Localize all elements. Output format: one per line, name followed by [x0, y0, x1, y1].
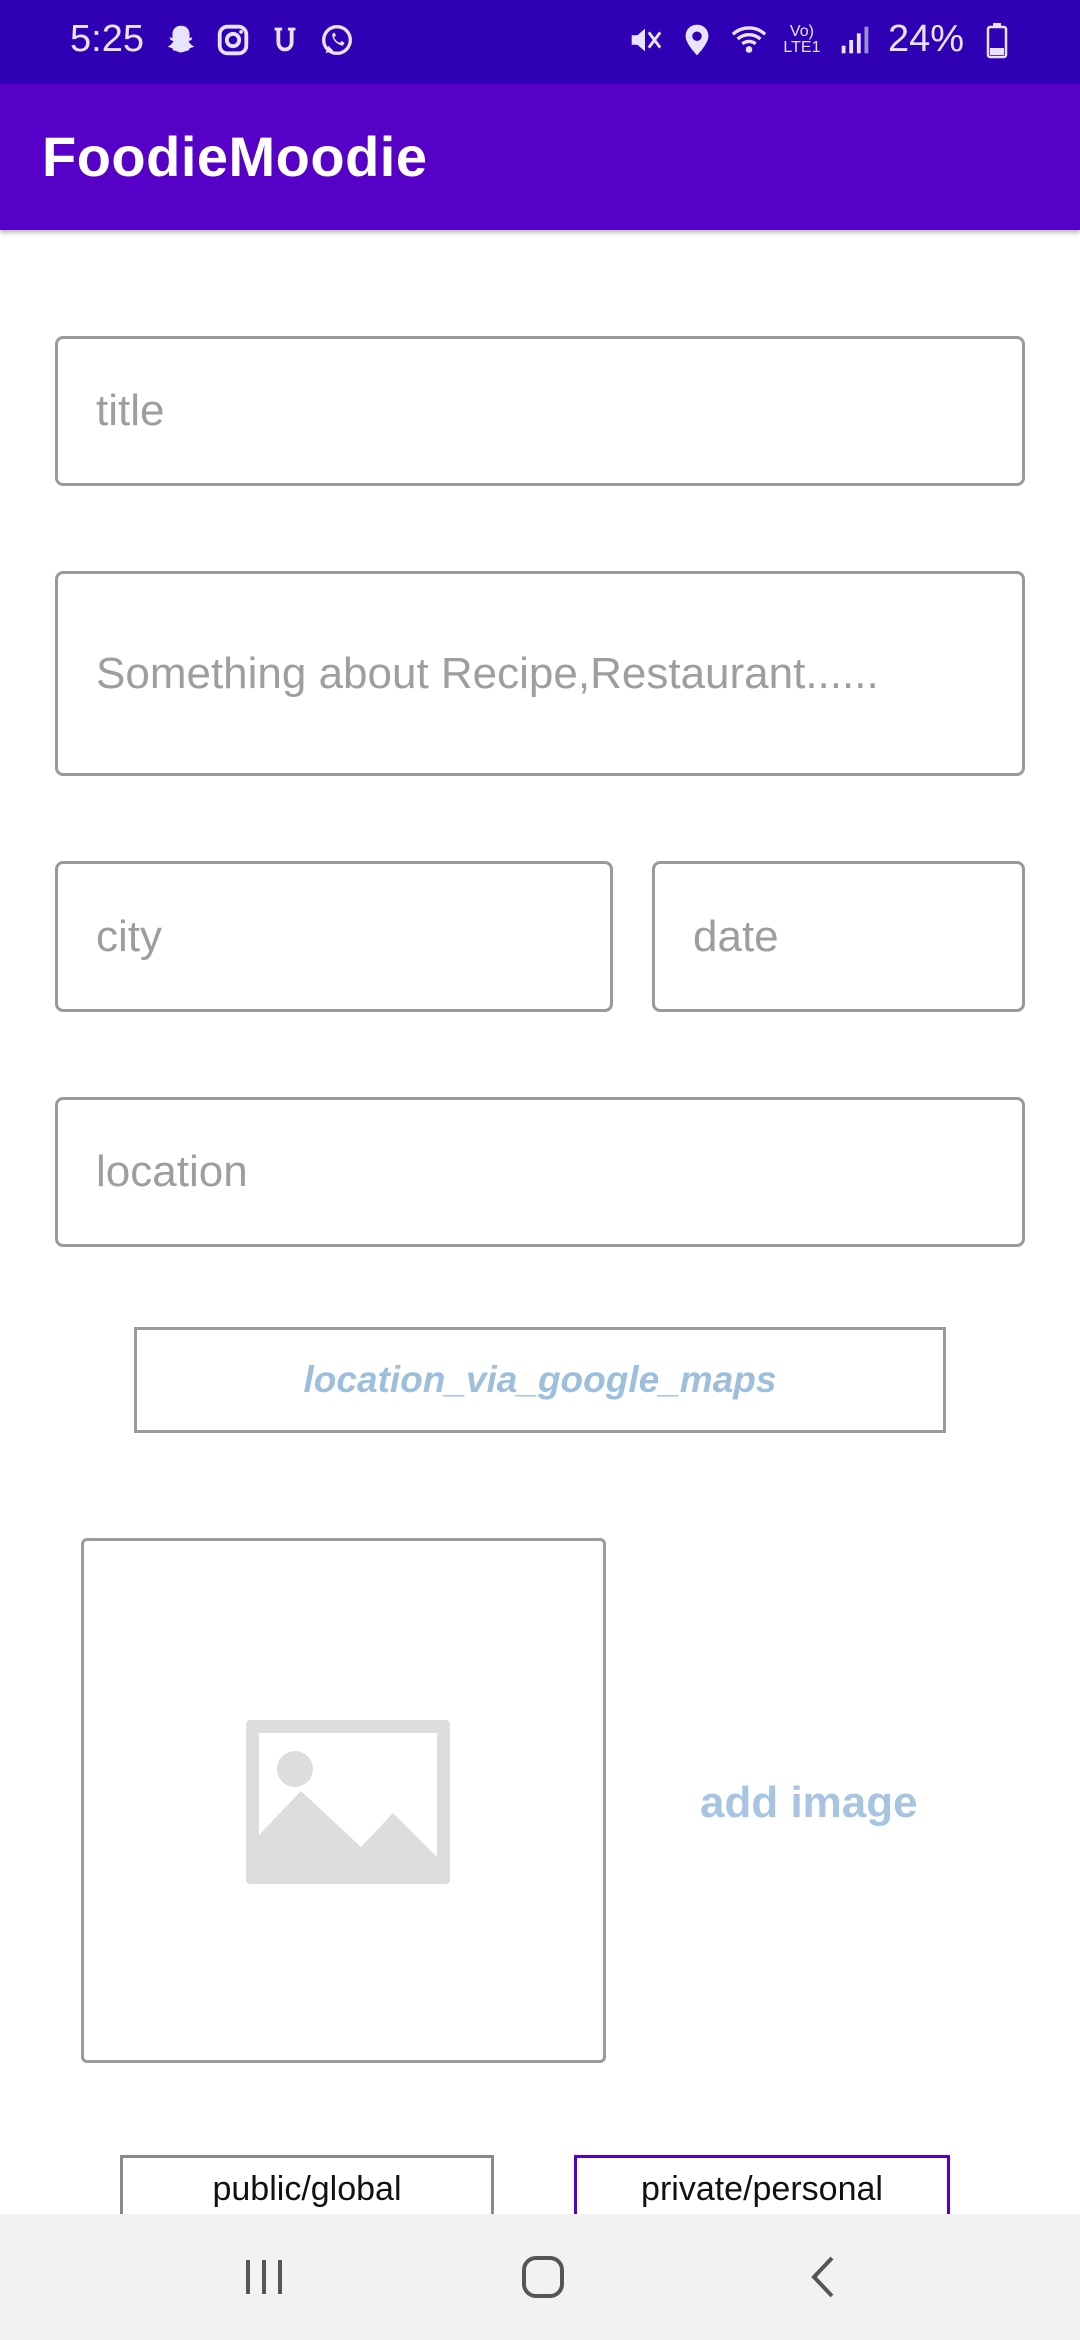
back-icon[interactable] — [800, 2252, 850, 2302]
u-app-icon — [274, 27, 296, 52]
private-personal-button[interactable]: private/personal — [574, 2155, 950, 2221]
image-placeholder-icon — [246, 1720, 450, 1884]
location-via-maps-button[interactable]: location_via_google_maps — [134, 1327, 946, 1433]
battery-percent: 24% — [887, 18, 964, 60]
date-input[interactable] — [693, 864, 1022, 1009]
location-pin-icon — [685, 24, 709, 55]
city-field[interactable] — [55, 861, 613, 1012]
whatsapp-icon — [322, 25, 352, 55]
status-time: 5:25 — [70, 18, 144, 60]
private-personal-label: private/personal — [641, 2170, 883, 2208]
navigation-bar — [0, 2214, 1080, 2340]
recent-apps-icon[interactable] — [240, 2252, 290, 2302]
snapchat-icon — [167, 25, 195, 53]
wifi-icon — [731, 25, 767, 53]
mute-icon — [631, 28, 662, 51]
public-global-label: public/global — [212, 2170, 402, 2208]
add-image-button[interactable]: add image — [700, 1778, 918, 1828]
battery-icon — [986, 22, 1008, 58]
image-preview[interactable] — [81, 1538, 606, 2063]
location-via-maps-label: location_via_google_maps — [303, 1359, 777, 1400]
title-input[interactable] — [96, 339, 1022, 483]
system-status-icons: Vo) LTE1 24% — [626, 18, 1016, 61]
public-global-button[interactable]: public/global — [120, 2155, 494, 2221]
status-bar: 5:25 Vo) LTE1 24% — [0, 0, 1080, 84]
description-input[interactable] — [96, 574, 1022, 773]
date-field[interactable] — [652, 861, 1025, 1012]
notification-icons — [162, 20, 356, 60]
app-bar: FoodieMoodie — [0, 84, 1080, 230]
volte-icon: Vo) LTE1 — [783, 22, 821, 56]
location-input[interactable] — [96, 1100, 1022, 1244]
location-field[interactable] — [55, 1097, 1025, 1247]
app-title: FoodieMoodie — [42, 125, 428, 188]
home-icon[interactable] — [518, 2252, 568, 2302]
city-input[interactable] — [96, 864, 610, 1009]
instagram-icon — [217, 24, 249, 56]
signal-icon — [841, 26, 869, 53]
title-field[interactable] — [55, 336, 1025, 486]
description-field[interactable] — [55, 571, 1025, 776]
